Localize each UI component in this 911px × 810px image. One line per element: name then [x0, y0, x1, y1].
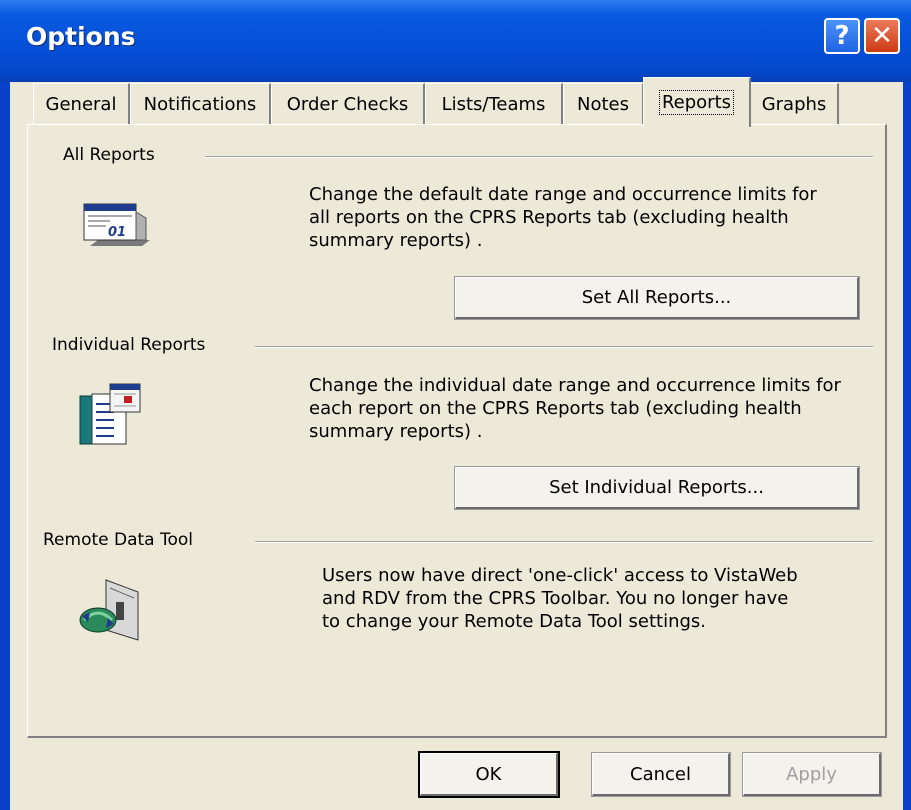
- remote-data-icon: [79, 579, 139, 641]
- tab-notifications[interactable]: Notifications: [130, 83, 271, 125]
- set-all-reports-button[interactable]: Set All Reports...: [454, 276, 860, 320]
- all-reports-divider: [205, 156, 873, 158]
- individual-reports-heading: Individual Reports: [52, 335, 206, 355]
- close-button[interactable]: ✕: [864, 18, 900, 54]
- description-line: to change your Remote Data Tool settings…: [322, 611, 707, 632]
- description-line: summary reports) .: [309, 230, 483, 251]
- description-line: each report on the CPRS Reports tab (exc…: [309, 398, 802, 419]
- all-reports-description: Change the default date range and occurr…: [309, 183, 817, 252]
- description-line: Change the individual date range and occ…: [309, 375, 841, 396]
- tab-label: Reports: [658, 90, 735, 115]
- tab-label: Lists/Teams: [441, 94, 546, 115]
- individual-reports-description: Change the individual date range and occ…: [309, 374, 841, 443]
- description-line: all reports on the CPRS Reports tab (exc…: [309, 207, 789, 228]
- description-line: Users now have direct 'one-click' access…: [322, 565, 798, 586]
- apply-button: Apply: [742, 752, 882, 797]
- question-mark-icon: ?: [834, 21, 850, 51]
- description-line: and RDV from the CPRS Toolbar. You no lo…: [322, 588, 789, 609]
- ok-button[interactable]: OK: [418, 751, 560, 798]
- description-line: summary reports) .: [309, 421, 483, 442]
- individual-report-icon: [79, 383, 141, 445]
- tab-label: Graphs: [761, 94, 827, 115]
- tab-order-checks[interactable]: Order Checks: [271, 83, 425, 125]
- remote-data-tool-divider: [255, 541, 873, 543]
- tab-label: Order Checks: [286, 94, 409, 115]
- remote-data-tool-description: Users now have direct 'one-click' access…: [322, 564, 798, 633]
- remote-data-tool-heading: Remote Data Tool: [43, 530, 194, 550]
- tab-notes[interactable]: Notes: [563, 83, 644, 125]
- options-window: Options ? ✕ General Notifications Order …: [0, 0, 911, 810]
- tab-reports[interactable]: Reports: [643, 77, 751, 127]
- all-reports-heading: All Reports: [63, 145, 155, 165]
- title-bar[interactable]: Options ? ✕: [0, 0, 911, 82]
- tab-label: Notifications: [143, 94, 257, 115]
- set-individual-reports-button[interactable]: Set Individual Reports...: [454, 466, 860, 510]
- close-icon: ✕: [871, 21, 893, 51]
- help-button[interactable]: ?: [824, 18, 860, 54]
- tab-label: General: [45, 94, 117, 115]
- tab-lists-teams[interactable]: Lists/Teams: [425, 83, 563, 125]
- calendar-report-icon: 01: [83, 203, 150, 246]
- window-title: Options: [26, 22, 136, 51]
- svg-text:01: 01: [108, 225, 126, 240]
- description-line: Change the default date range and occurr…: [309, 184, 817, 205]
- individual-reports-divider: [255, 346, 873, 348]
- cancel-button[interactable]: Cancel: [591, 752, 731, 797]
- tab-label: Notes: [577, 94, 629, 115]
- tab-general[interactable]: General: [33, 83, 130, 125]
- tab-graphs[interactable]: Graphs: [750, 83, 839, 125]
